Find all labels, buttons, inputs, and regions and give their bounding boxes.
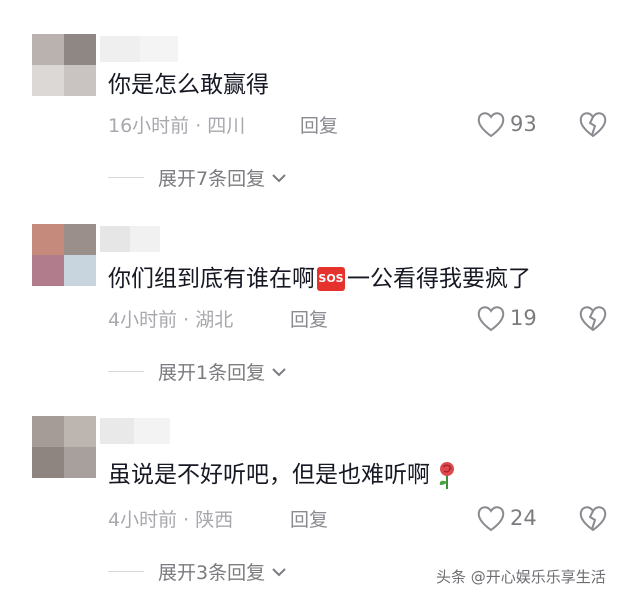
reply-button[interactable]: 回复 (300, 114, 338, 138)
divider (108, 177, 144, 178)
comment-meta: 16小时前 · 四川 (108, 115, 246, 137)
broken-heart-icon (579, 112, 607, 138)
like-count: 93 (510, 112, 537, 136)
heart-icon (477, 506, 505, 532)
like-count: 24 (510, 506, 537, 530)
dislike-button[interactable] (578, 304, 608, 336)
like-button[interactable]: 24 (476, 504, 537, 532)
chevron-down-icon (272, 567, 286, 576)
comment-meta: 4小时前 · 陕西 (108, 509, 234, 531)
dislike-button[interactable] (578, 504, 608, 536)
expand-replies[interactable]: 展开1条回复 (108, 358, 289, 385)
sos-emoji: SOS (317, 267, 345, 291)
rose-emoji (439, 462, 454, 489)
like-button[interactable]: 93 (476, 110, 537, 138)
heart-icon (477, 112, 505, 138)
username-blurred[interactable] (100, 226, 160, 252)
watermark: 头条 @开心娱乐乐享生活 (436, 568, 606, 586)
avatar[interactable] (32, 34, 96, 96)
avatar[interactable] (32, 416, 96, 478)
divider (108, 571, 144, 572)
comment-text: 你们组到底有谁在啊 SOS 一公看得我要疯了 (108, 266, 531, 292)
broken-heart-icon (579, 506, 607, 532)
expand-replies[interactable]: 展开3条回复 (108, 558, 289, 585)
comment-text: 虽说是不好听吧，但是也难听啊 (108, 460, 460, 490)
expand-replies[interactable]: 展开7条回复 (108, 164, 289, 191)
reply-button[interactable]: 回复 (290, 308, 328, 332)
avatar[interactable] (32, 224, 96, 286)
chevron-down-icon (272, 367, 286, 376)
username-blurred[interactable] (100, 36, 178, 62)
divider (108, 371, 144, 372)
like-count: 19 (510, 306, 537, 330)
comment-meta: 4小时前 · 湖北 (108, 309, 234, 331)
chevron-down-icon (272, 173, 286, 182)
dislike-button[interactable] (578, 110, 608, 142)
comment-text: 你是怎么敢赢得 (108, 72, 269, 98)
heart-icon (477, 306, 505, 332)
like-button[interactable]: 19 (476, 304, 537, 332)
username-blurred[interactable] (100, 418, 170, 444)
reply-button[interactable]: 回复 (290, 508, 328, 532)
broken-heart-icon (579, 306, 607, 332)
